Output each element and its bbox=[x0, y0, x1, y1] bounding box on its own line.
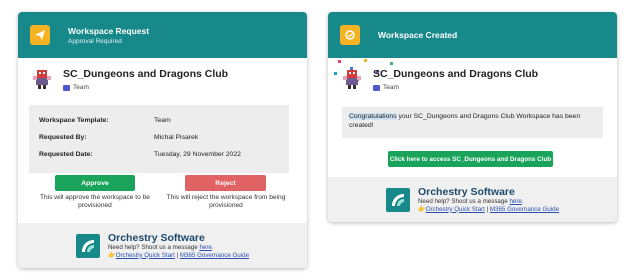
detail-value: Team bbox=[154, 117, 171, 124]
orchestry-logo-icon bbox=[75, 233, 100, 258]
footer-links: 👉Orchestry Quick Start | M365 Governance… bbox=[417, 205, 560, 213]
workspace-summary: SC_Dungeons and Dragons Club Team bbox=[32, 68, 228, 91]
footer-help: Need help? Shoot us a message here. bbox=[417, 197, 524, 205]
detail-row: Requested Date: Tuesday, 29 November 202… bbox=[39, 146, 279, 163]
dragon-mascot-icon bbox=[33, 70, 51, 89]
hand-icon: 👉 bbox=[107, 251, 116, 259]
workspace-type: Team bbox=[373, 84, 538, 91]
party-icon bbox=[340, 25, 360, 45]
access-workspace-button[interactable]: Click here to access SC_Dungeons and Dra… bbox=[388, 151, 553, 167]
workspace-summary: SC_Dungeons and Dragons Club Team bbox=[342, 68, 538, 91]
footer: Orchestry Software Need help? Shoot us a… bbox=[328, 177, 617, 222]
paper-plane-icon bbox=[30, 25, 50, 45]
workspace-name: SC_Dungeons and Dragons Club bbox=[373, 68, 539, 80]
message-highlight: Congratulations bbox=[349, 113, 397, 120]
footer-help: Need help? Shoot us a message here. bbox=[107, 243, 214, 251]
detail-value: Michal Pisarek bbox=[154, 134, 199, 141]
detail-label: Requested By: bbox=[39, 134, 87, 141]
workspace-type-label: Team bbox=[73, 84, 89, 91]
workspace-name: SC_Dungeons and Dragons Club bbox=[63, 68, 229, 80]
created-card-header: Workspace Created bbox=[328, 12, 617, 58]
created-card-title: Workspace Created bbox=[378, 30, 458, 40]
workspace-type: Team bbox=[63, 84, 228, 91]
teams-icon bbox=[373, 84, 380, 91]
orchestry-logo-icon bbox=[385, 187, 410, 212]
request-card-subtitle: Approval Required bbox=[68, 37, 122, 45]
request-card-header: Workspace Request Approval Required bbox=[18, 12, 307, 58]
workspace-type-label: Team bbox=[383, 84, 399, 91]
footer: Orchestry Software Need help? Shoot us a… bbox=[18, 223, 307, 268]
approve-note: This will approve the workspace to be pr… bbox=[40, 194, 150, 209]
quick-start-link[interactable]: Orchestry Quick Start bbox=[426, 206, 485, 213]
detail-row: Workspace Template: Team bbox=[39, 112, 279, 129]
approve-button[interactable]: Approve bbox=[55, 175, 135, 191]
detail-label: Workspace Template: bbox=[39, 117, 109, 124]
footer-brand: Orchestry Software bbox=[417, 185, 515, 198]
detail-row: Requested By: Michal Pisarek bbox=[39, 129, 279, 146]
help-link[interactable]: here bbox=[509, 198, 521, 205]
footer-brand: Orchestry Software bbox=[107, 231, 205, 244]
footer-links: 👉Orchestry Quick Start | M365 Governance… bbox=[107, 251, 250, 259]
workspace-request-card: Workspace Request Approval Required SC_D… bbox=[18, 12, 307, 268]
created-message: Congratulations your SC_Dungeons and Dra… bbox=[342, 107, 603, 138]
dragon-mascot-icon bbox=[343, 70, 361, 89]
workspace-created-card: Workspace Created SC_Dungeons and Dragon… bbox=[328, 12, 617, 222]
quick-start-link[interactable]: Orchestry Quick Start bbox=[116, 252, 175, 259]
reject-button[interactable]: Reject bbox=[185, 175, 266, 191]
governance-guide-link[interactable]: M365 Governance Guide bbox=[180, 252, 249, 259]
request-card-title: Workspace Request bbox=[68, 25, 150, 36]
governance-guide-link[interactable]: M365 Governance Guide bbox=[490, 206, 559, 213]
detail-value: Tuesday, 29 November 2022 bbox=[154, 151, 241, 158]
reject-note: This will reject the workspace from bein… bbox=[166, 194, 286, 209]
hand-icon: 👉 bbox=[417, 205, 426, 213]
request-details-table: Workspace Template: Team Requested By: M… bbox=[29, 105, 289, 173]
detail-label: Requested Date: bbox=[39, 151, 93, 158]
teams-icon bbox=[63, 84, 70, 91]
help-link[interactable]: here bbox=[199, 244, 211, 251]
